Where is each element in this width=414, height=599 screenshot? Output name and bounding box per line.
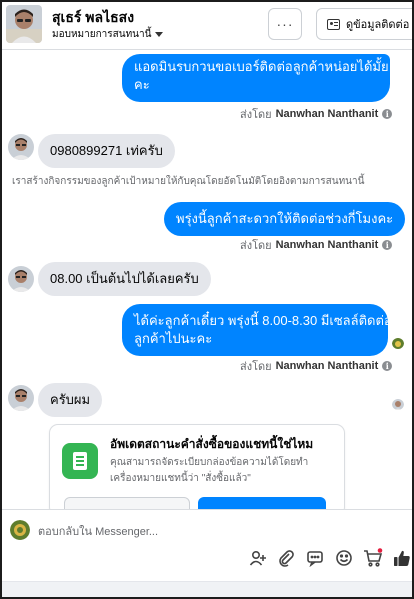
outgoing-message[interactable]: พรุ่งนี้ลูกค้าสะดวกให้ติดต่อช่วงกี่โมงคะ bbox=[164, 202, 406, 236]
incoming-message[interactable]: ครับผม bbox=[38, 383, 103, 417]
incoming-message[interactable]: 0980899271 เท่ครับ bbox=[38, 134, 175, 168]
card-description-line: คุณสามารถจัดระเบียบกล่องข้อความได้โดยทำ bbox=[110, 457, 309, 468]
message-text-line: ได้ค่ะลูกค้าเดี๋ยว พรุ่งนี้ 8.00-8.30 มี… bbox=[134, 313, 392, 328]
view-contact-button[interactable]: ดูข้อมูลติดต่อ bbox=[316, 8, 412, 40]
more-options-label: ··· bbox=[276, 16, 294, 32]
window-bottom-edge bbox=[2, 581, 412, 597]
message-text-line: แอดมินรบกวนขอเบอร์ติดต่อลูกค้าหน่อยได้มั… bbox=[134, 59, 389, 74]
info-icon[interactable]: i bbox=[382, 109, 393, 119]
order-status-prompt-card: อัพเดตสถานะคำสั่งซื้อของแชทนี้ใช่ไหม คุณ… bbox=[50, 425, 344, 515]
page-avatar bbox=[10, 520, 30, 540]
contact-avatar[interactable] bbox=[6, 5, 42, 43]
dropdown-caret-icon bbox=[155, 32, 164, 37]
seen-receipt-avatar bbox=[392, 337, 404, 349]
sent-by-label: ส่งโดย Nanwhan Nanthanit i bbox=[240, 357, 393, 375]
message-text: พรุ่งนี้ลูกค้าสะดวกให้ติดต่อช่วงกี่โมงคะ bbox=[176, 211, 394, 226]
paperclip-icon[interactable] bbox=[276, 548, 296, 568]
info-icon[interactable]: i bbox=[382, 240, 393, 250]
incoming-message[interactable]: 08.00 เป็นต้นไปได้เลยครับ bbox=[38, 262, 211, 296]
id-card-icon bbox=[327, 18, 340, 30]
more-options-button[interactable]: ··· bbox=[268, 8, 302, 40]
card-description: คุณสามารถจัดระเบียบกล่องข้อความได้โดยทำ … bbox=[110, 455, 335, 487]
info-icon[interactable]: i bbox=[382, 361, 393, 371]
contact-avatar-small bbox=[8, 266, 34, 292]
agent-name: Nanwhan Nanthanit bbox=[275, 360, 379, 372]
contact-avatar-small bbox=[8, 385, 34, 411]
reply-input[interactable]: ตอบกลับใน Messenger... bbox=[38, 522, 158, 540]
sent-by-prefix: ส่งโดย bbox=[240, 361, 272, 373]
message-text-line: คะ bbox=[134, 77, 150, 92]
sent-by-prefix: ส่งโดย bbox=[240, 109, 272, 121]
smiley-icon[interactable] bbox=[334, 548, 354, 568]
inbox-conversation-panel: สุเธร์ พลไธสง มอบหมายการสนทนานี้ ··· ดูข… bbox=[0, 0, 414, 599]
card-description-line: เครื่องหมายแชทนี้ว่า "สั่งซื้อแล้ว" bbox=[110, 473, 251, 484]
sent-by-label: ส่งโดย Nanwhan Nanthanit i bbox=[240, 236, 393, 254]
add-person-icon[interactable] bbox=[248, 548, 268, 568]
card-title: อัพเดตสถานะคำสั่งซื้อของแชทนี้ใช่ไหม bbox=[110, 437, 314, 451]
view-contact-label: ดูข้อมูลติดต่อ bbox=[346, 19, 410, 31]
speech-bubble-icon[interactable] bbox=[305, 548, 325, 568]
assign-conversation-label: มอบหมายการสนทนานี้ bbox=[52, 29, 152, 40]
contact-name: สุเธร์ พลไธสง bbox=[52, 9, 135, 25]
composer-toolbar bbox=[2, 548, 412, 574]
outgoing-message[interactable]: ได้ค่ะลูกค้าเดี๋ยว พรุ่งนี้ 8.00-8.30 มี… bbox=[122, 304, 392, 356]
agent-name: Nanwhan Nanthanit bbox=[275, 108, 379, 120]
system-activity-note: เราสร้างกิจกรรมของลูกค้าเป้าหมายให้กับคุ… bbox=[12, 176, 365, 187]
shopping-cart-icon[interactable] bbox=[363, 548, 383, 568]
assign-conversation-dropdown[interactable]: มอบหมายการสนทนานี้ bbox=[52, 27, 164, 42]
sent-by-prefix: ส่งโดย bbox=[240, 240, 272, 252]
sent-by-label: ส่งโดย Nanwhan Nanthanit i bbox=[240, 105, 393, 123]
outgoing-message[interactable]: แอดมินรบกวนขอเบอร์ติดต่อลูกค้าหน่อยได้มั… bbox=[122, 54, 390, 102]
agent-name: Nanwhan Nanthanit bbox=[275, 239, 379, 251]
conversation-header: สุเธร์ พลไธสง มอบหมายการสนทนานี้ ··· ดูข… bbox=[2, 2, 412, 50]
receipt-icon bbox=[62, 443, 98, 479]
contact-avatar-small bbox=[8, 134, 34, 160]
thumbs-up-icon[interactable] bbox=[392, 548, 412, 568]
seen-receipt-avatar bbox=[392, 398, 404, 410]
message-text-line: ลูกค้าไปนะคะ bbox=[134, 331, 213, 346]
